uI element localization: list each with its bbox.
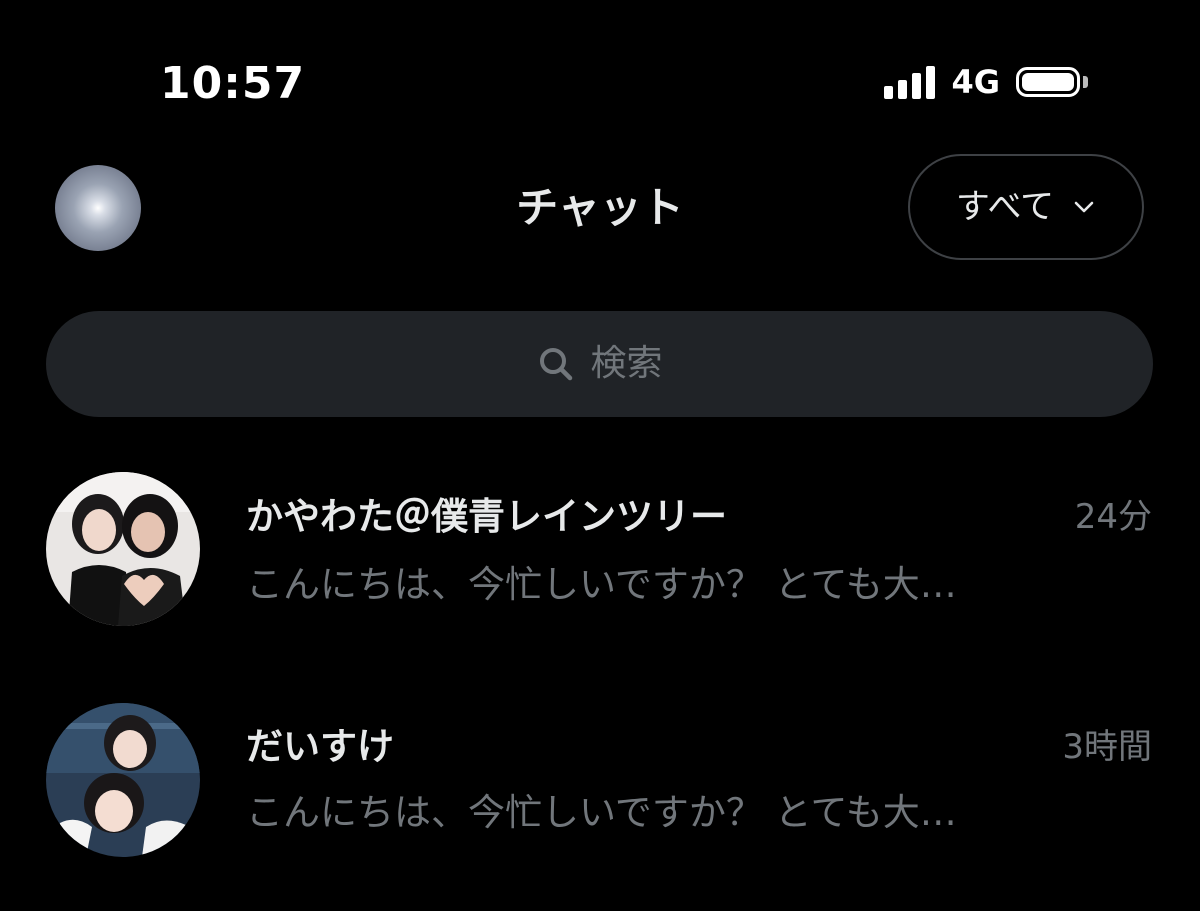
chat-timestamp: 3時間 [1062,727,1152,767]
chat-avatar [46,703,200,857]
network-type: 4G [951,63,1000,101]
chat-list-item[interactable]: かやわた＠僕青レインツリー 24分 こんにちは、今忙しいですか？ とても大… [0,470,1200,670]
chevron-down-icon [1074,201,1094,213]
battery-icon [1016,65,1092,99]
chat-list-item[interactable]: だいすけ 3時間 こんにちは、今忙しいですか？ とても大… [0,700,1200,900]
chat-name: かやわた＠僕青レインツリー [246,495,727,538]
chat-preview: こんにちは、今忙しいですか？ とても大… [246,563,957,606]
filter-label: すべて [955,187,1055,227]
chat-name: だいすけ [246,725,394,768]
search-input[interactable]: 検索 [46,311,1153,417]
chat-timestamp: 24分 [1074,497,1152,537]
filter-dropdown-button[interactable]: すべて [908,154,1144,260]
search-icon [540,348,573,381]
status-indicators: 4G [884,62,1092,102]
search-placeholder: 検索 [590,343,663,384]
chat-avatar [46,472,200,626]
signal-icon [884,65,936,99]
status-time: 10:57 [160,58,306,109]
chat-preview: こんにちは、今忙しいですか？ とても大… [246,791,957,834]
